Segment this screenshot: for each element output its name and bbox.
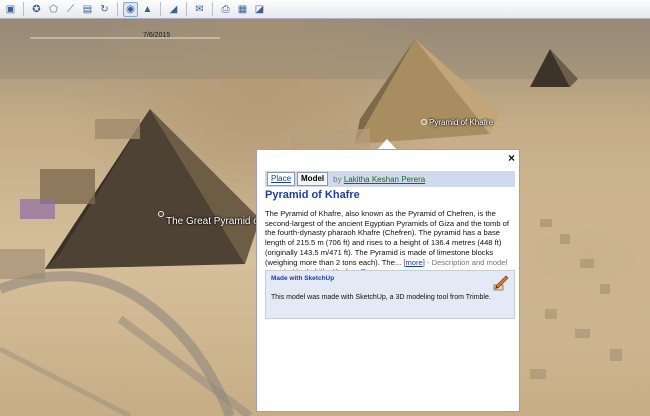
- sketchup-box: Made with SketchUp This model was made w…: [265, 270, 515, 319]
- maps-icon[interactable]: ◪: [252, 2, 267, 17]
- sketchup-text: This model was made with SketchUp, a 3D …: [271, 294, 491, 301]
- toolbar-separator: [23, 2, 24, 16]
- description: The Pyramid of Khafre, also known as the…: [265, 209, 515, 277]
- map-scale-bar: [30, 37, 220, 39]
- overlay-icon[interactable]: ▤: [80, 2, 95, 17]
- place-title: Pyramid of Khafre: [265, 189, 360, 201]
- sketchup-title: Made with SketchUp: [271, 275, 335, 282]
- toolbar-separator: [160, 2, 161, 16]
- historical-imagery-icon[interactable]: ▲: [140, 2, 155, 17]
- place-marker-icon[interactable]: [421, 119, 427, 125]
- tab-place[interactable]: Place: [267, 172, 296, 186]
- ruler-icon[interactable]: ◢: [166, 2, 181, 17]
- place-marker-icon[interactable]: [158, 211, 164, 217]
- balloon-tabs: Place Model by Lakitha Keshan Perera: [265, 171, 515, 187]
- email-icon[interactable]: ✉: [192, 2, 207, 17]
- placemark-icon[interactable]: ✪: [29, 2, 44, 17]
- toolbar: ▣ ✪ ⬠ ⟋ ▤ ↻ ◉ ▲ ◢ ✉ ⎙ ▦ ◪: [0, 0, 650, 19]
- save-image-icon[interactable]: ▦: [235, 2, 250, 17]
- toolbar-separator: [186, 2, 187, 16]
- close-icon[interactable]: ×: [508, 151, 515, 165]
- info-balloon: × Place Model by Lakitha Keshan Perera P…: [256, 149, 520, 412]
- path-icon[interactable]: ⟋: [63, 2, 78, 17]
- tour-icon[interactable]: ↻: [97, 2, 112, 17]
- tab-model[interactable]: Model: [297, 172, 329, 186]
- print-icon[interactable]: ⎙: [218, 2, 233, 17]
- sidebar-toggle-icon[interactable]: ▣: [3, 2, 18, 17]
- author-link[interactable]: Lakitha Keshan Perera: [344, 175, 425, 184]
- khafre-label[interactable]: Pyramid of Khafre: [429, 118, 493, 127]
- more-link[interactable]: [more]: [403, 258, 425, 267]
- sketchup-pencil-icon: [492, 274, 510, 297]
- toolbar-separator: [117, 2, 118, 16]
- toolbar-separator: [212, 2, 213, 16]
- polygon-icon[interactable]: ⬠: [46, 2, 61, 17]
- by-prefix: by: [333, 174, 342, 184]
- author-credit: by Lakitha Keshan Perera: [333, 175, 425, 184]
- planets-icon[interactable]: ◉: [123, 1, 138, 17]
